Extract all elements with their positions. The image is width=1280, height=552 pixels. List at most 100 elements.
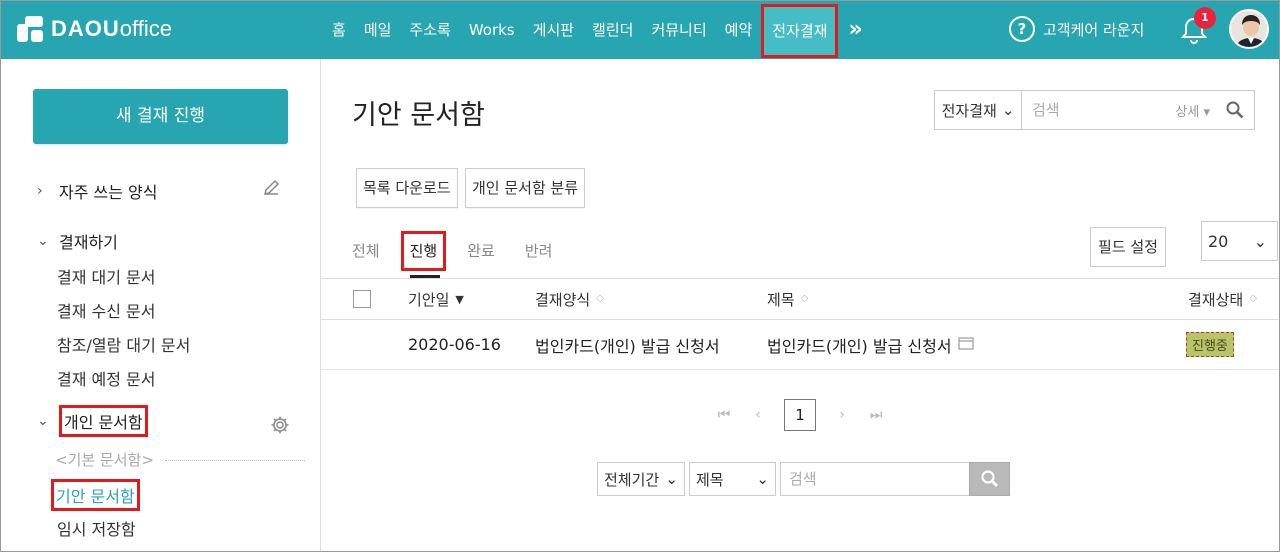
table-header: 기안일 ▼ 결재양식 ◇ 제목 ◇ 결재상태 ◇ [321,278,1279,320]
status-tabs: 전체 진행 완료 반려 [352,231,552,276]
notification-badge: 1 [1194,7,1216,29]
page-number-current[interactable]: 1 [784,399,816,431]
bottom-search-input[interactable] [780,462,970,496]
top-header: DAOUoffice 홈 메일 주소록 Works 게시판 캘린더 커뮤니티 예… [1,1,1279,59]
logo-sub-text: office [119,16,172,41]
page-size-value: 20 [1208,231,1229,251]
chevron-down-icon: ⌄ [37,413,49,429]
sidebar-item-scheduled[interactable]: 결재 예정 문서 [57,366,156,390]
nav-home[interactable]: 홈 [323,1,355,59]
classify-personal-button[interactable]: 개인 문서함 분류 [465,168,586,208]
bottom-search: 전체기간 ⌄ 제목 ⌄ [597,462,1010,496]
nav-more-icon[interactable]: » [838,1,872,59]
last-page-icon[interactable]: ⏭ [868,407,884,423]
nav-community[interactable]: 커뮤니티 [642,1,715,59]
sidebar-favorites-label: 자주 쓰는 양식 [59,183,158,202]
tab-completed[interactable]: 완료 [467,231,495,276]
next-page-icon[interactable]: › [834,407,850,423]
col-status-label: 결재상태 [1188,290,1244,309]
sidebar-item-temp-save[interactable]: 임시 저장함 [57,516,136,540]
nav-approval[interactable]: 전자결재 [761,4,839,58]
detail-search-button[interactable]: 상세 ▾ [1169,101,1216,120]
select-all-cell [353,279,371,319]
tab-rejected[interactable]: 반려 [525,231,553,276]
tab-in-progress[interactable]: 진행 [400,231,447,271]
sidebar-favorites-forms[interactable]: › 자주 쓰는 양식 [37,179,158,203]
sidebar-item-draft-box[interactable]: 기안 문서함 [51,479,140,511]
search-scope-label: 전자결재 [941,101,997,120]
row-subject-cell[interactable]: 법인카드(개인) 발급 신청서 [767,320,974,369]
sort-icon: ◇ [1249,293,1257,304]
popup-window-icon[interactable] [957,335,974,354]
row-form: 법인카드(개인) 발급 신청서 [535,336,720,356]
sidebar-approval-label: 결재하기 [59,233,118,252]
col-subject-label: 제목 [767,290,795,309]
pencil-icon[interactable] [261,179,281,203]
first-page-icon[interactable]: ⏮ [716,407,732,423]
period-select[interactable]: 전체기간 ⌄ [597,462,685,496]
sidebar-personal-label: 개인 문서함 [59,405,148,437]
page-title: 기안 문서함 [352,100,485,131]
search-icon [980,470,998,488]
chevron-down-icon: ⌄ [1001,101,1015,119]
search-scope-select[interactable]: 전자결재 ⌄ [935,91,1022,129]
pagination: ⏮ ‹ 1 › ⏭ [716,399,884,431]
nav-board[interactable]: 게시판 [524,1,583,59]
customer-care-label: 고객케어 라운지 [1043,20,1145,39]
sort-icon: ◇ [800,293,809,304]
sort-icon: ◇ [596,293,604,304]
chevron-down-icon: ⌄ [1253,231,1267,251]
bottom-search-button[interactable] [969,462,1010,496]
logo[interactable]: DAOUoffice [17,16,172,42]
chevron-right-icon: › [37,183,43,199]
nav-mail[interactable]: 메일 [355,1,401,59]
nav-calendar[interactable]: 캘린더 [583,1,642,59]
app-window: DAOUoffice 홈 메일 주소록 Works 게시판 캘린더 커뮤니티 예… [0,0,1280,552]
logo-main-text: DAOU [51,16,120,41]
field-select-value: 제목 [696,470,724,489]
logo-icon [17,16,43,42]
period-select-value: 전체기간 [604,470,660,489]
search-input[interactable] [1022,91,1170,129]
sidebar-personal-section[interactable]: ⌄ 개인 문서함 [37,405,148,437]
help-icon: ? [1009,16,1035,42]
col-date[interactable]: 기안일 ▼ [408,279,464,319]
col-date-label: 기안일 [408,290,450,309]
main-content: 기안 문서함 전자결재 ⌄ 상세 ▾ 목록 다운로드 개인 문서함 분류 전체 … [321,59,1279,551]
folder-divider [165,460,305,461]
col-subject[interactable]: 제목 ◇ [767,279,808,319]
select-all-checkbox[interactable] [353,290,371,308]
nav-works[interactable]: Works [460,1,524,59]
row-date: 2020-06-16 [408,335,501,354]
top-search: 전자결재 ⌄ 상세 ▾ [934,90,1255,130]
chevron-down-icon: ⌄ [37,233,49,249]
search-icon[interactable] [1216,91,1254,129]
row-subject: 법인카드(개인) 발급 신청서 [767,336,952,356]
sort-desc-icon: ▼ [455,292,464,306]
row-status-cell: 진행중 [1186,320,1234,369]
new-approval-button[interactable]: 새 결재 진행 [33,89,288,144]
table-row[interactable]: 2020-06-16 법인카드(개인) 발급 신청서 법인카드(개인) 발급 신… [321,320,1279,370]
avatar[interactable] [1229,9,1269,49]
gear-icon[interactable] [270,415,290,439]
nav-contacts[interactable]: 주소록 [400,1,459,59]
sidebar-approval-section[interactable]: ⌄ 결재하기 [37,229,118,253]
field-settings-button[interactable]: 필드 설정 [1090,227,1166,267]
col-form[interactable]: 결재양식 ◇ [535,279,604,319]
page-size-select[interactable]: 20 ⌄ [1201,221,1278,261]
tab-all[interactable]: 전체 [352,231,380,276]
status-badge: 진행중 [1186,332,1234,357]
col-form-label: 결재양식 [535,290,591,309]
chevron-down-icon: ⌄ [665,470,678,488]
col-status[interactable]: 결재상태 ◇ [1188,279,1257,319]
sidebar-basic-folder[interactable]: <기본 문서함> [55,449,154,470]
customer-care-link[interactable]: ? 고객케어 라운지 [1009,16,1144,42]
sidebar-item-reference[interactable]: 참조/열람 대기 문서 [57,332,190,356]
sidebar-item-received[interactable]: 결재 수신 문서 [57,298,156,322]
download-list-button[interactable]: 목록 다운로드 [356,168,458,208]
nav-reservation[interactable]: 예약 [716,1,762,59]
sidebar-item-pending[interactable]: 결재 대기 문서 [57,264,156,288]
prev-page-icon[interactable]: ‹ [750,407,766,423]
field-select[interactable]: 제목 ⌄ [689,462,776,496]
global-nav: 홈 메일 주소록 Works 게시판 캘린더 커뮤니티 예약 전자결재 » [323,1,873,59]
